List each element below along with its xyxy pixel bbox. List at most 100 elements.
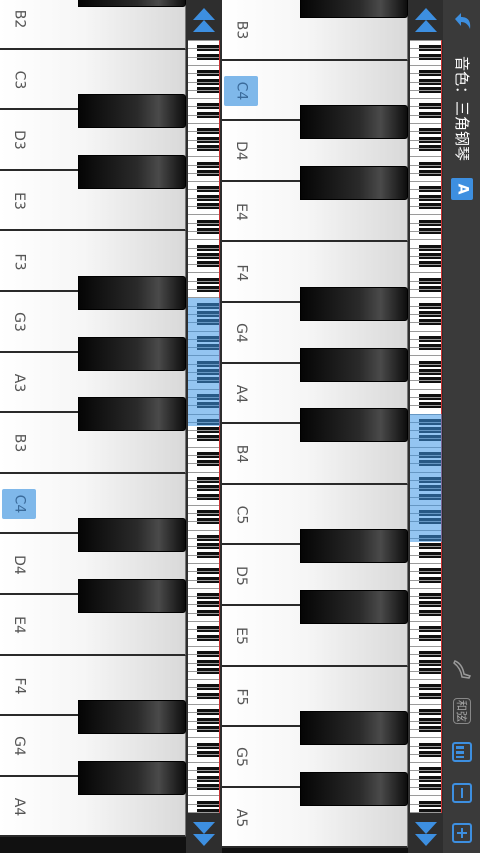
black-key-partial[interactable] xyxy=(300,0,408,18)
mini-white-key xyxy=(188,181,219,183)
mini-white-key xyxy=(410,123,441,124)
black-key-f4-sharp[interactable] xyxy=(78,700,186,735)
black-key-partial[interactable] xyxy=(78,0,186,7)
zoom-in-button[interactable] xyxy=(451,822,473,844)
black-key-f4-sharp[interactable] xyxy=(300,287,408,321)
mini-white-key xyxy=(410,239,441,241)
pedal-button[interactable] xyxy=(451,658,473,680)
mini-white-key xyxy=(410,621,441,622)
black-key-f5-sharp[interactable] xyxy=(300,711,408,746)
mini-white-key xyxy=(188,147,219,149)
mini-white-key xyxy=(188,189,219,191)
mini-white-key xyxy=(188,106,219,108)
mini-white-key xyxy=(410,172,441,174)
chord-label: 和弦 xyxy=(455,700,468,722)
mini-white-key xyxy=(410,131,441,133)
mini-white-key xyxy=(188,272,219,274)
mini-white-key xyxy=(410,330,441,332)
black-key-d3-sharp[interactable] xyxy=(78,154,186,189)
mini-white-key xyxy=(410,355,441,357)
mini-white-key xyxy=(188,471,219,473)
back-button[interactable] xyxy=(451,10,473,32)
mini-white-key xyxy=(188,247,219,249)
mini-white-key xyxy=(188,687,219,689)
mini-white-key xyxy=(188,48,219,50)
chord-button[interactable]: 和弦 xyxy=(450,697,474,725)
black-key-d4-sharp[interactable] xyxy=(78,579,186,613)
mini-white-key xyxy=(188,131,219,133)
mini-white-key xyxy=(410,762,441,764)
black-key-c4-sharp[interactable] xyxy=(78,518,186,553)
mini-white-key xyxy=(188,604,219,606)
keyboard-layout-button[interactable] xyxy=(451,741,473,763)
mini-white-key xyxy=(188,438,219,440)
black-key-c4-sharp[interactable] xyxy=(300,105,408,140)
left-scroll-up-button[interactable] xyxy=(186,2,222,40)
left-keyboard[interactable]: B2 C3 D3 E3 F3 G3 A3 B3 C4 D4 E4 F4 G4 A4 xyxy=(0,0,186,853)
mini-white-key xyxy=(410,637,441,639)
mini-white-key xyxy=(188,197,219,199)
key-label: A3 xyxy=(10,373,27,393)
black-key-g3-sharp[interactable] xyxy=(78,336,186,371)
black-key-d4-sharp[interactable] xyxy=(300,165,408,200)
right-keyboard[interactable]: B3 C4 D4 E4 F4 G4 A4 B4 C5 D5 E5 F5 G5 A5 xyxy=(222,0,408,853)
mini-white-key xyxy=(410,156,441,158)
mini-white-key xyxy=(188,662,219,664)
zoom-out-button[interactable] xyxy=(451,782,473,804)
mini-white-key xyxy=(410,64,441,66)
black-key-a3-sharp[interactable] xyxy=(78,397,186,432)
mini-white-key xyxy=(410,313,441,315)
mini-white-key xyxy=(188,679,219,681)
mini-white-key xyxy=(410,305,441,307)
mini-white-key xyxy=(410,562,441,564)
mini-white-key xyxy=(410,587,441,589)
mini-white-key xyxy=(188,504,219,506)
a-mode-button[interactable]: A xyxy=(451,178,473,200)
black-key-c5-sharp[interactable] xyxy=(300,529,408,564)
key-label: G5 xyxy=(232,747,249,768)
mini-white-key xyxy=(410,753,441,755)
key-label: F4 xyxy=(11,677,27,695)
black-key-f3-sharp[interactable] xyxy=(78,276,186,310)
double-arrow-down-icon xyxy=(193,822,215,846)
right-scroll-down-button[interactable] xyxy=(408,814,444,852)
right-range-strip[interactable] xyxy=(408,0,444,853)
black-key-c3-sharp[interactable] xyxy=(78,94,186,129)
mini-white-key xyxy=(188,280,219,282)
mini-white-key xyxy=(410,189,441,191)
mini-white-key xyxy=(410,546,441,548)
left-visible-range[interactable] xyxy=(188,298,220,426)
right-visible-range[interactable] xyxy=(410,414,442,542)
mini-white-key xyxy=(410,629,441,631)
left-scroll-down-button[interactable] xyxy=(186,814,222,852)
mini-white-key xyxy=(410,280,441,282)
mini-white-key xyxy=(188,787,219,788)
left-keyboard-overview[interactable] xyxy=(188,40,219,813)
black-key-g5-sharp[interactable] xyxy=(300,771,408,806)
key-label: D5 xyxy=(233,565,249,586)
black-key-g4-sharp[interactable] xyxy=(300,347,408,382)
mini-white-key xyxy=(410,795,441,797)
mini-white-key xyxy=(410,720,441,722)
mini-white-key xyxy=(410,139,441,141)
mini-white-key xyxy=(188,737,219,739)
mini-white-key xyxy=(188,455,219,456)
mini-white-key xyxy=(410,554,441,556)
black-key-g4-sharp[interactable] xyxy=(78,760,186,795)
black-key-d5-sharp[interactable] xyxy=(300,590,408,624)
mini-white-key xyxy=(410,214,441,216)
key-label: B2 xyxy=(10,10,27,29)
key-label: E4 xyxy=(10,616,27,635)
tone-selector[interactable]: 音色：三角钢琴 xyxy=(446,48,478,168)
right-scroll-up-button[interactable] xyxy=(408,2,444,40)
mini-white-key xyxy=(188,621,219,622)
mini-white-key xyxy=(410,89,441,91)
mini-white-key xyxy=(188,81,219,83)
mini-white-key xyxy=(410,363,441,365)
left-range-strip[interactable] xyxy=(186,0,222,853)
mini-white-key xyxy=(188,654,219,656)
black-key-a4-sharp[interactable] xyxy=(300,408,408,443)
white-key-b2[interactable]: B2 xyxy=(0,0,186,50)
mini-white-key xyxy=(410,596,441,598)
mini-white-key xyxy=(410,98,441,100)
